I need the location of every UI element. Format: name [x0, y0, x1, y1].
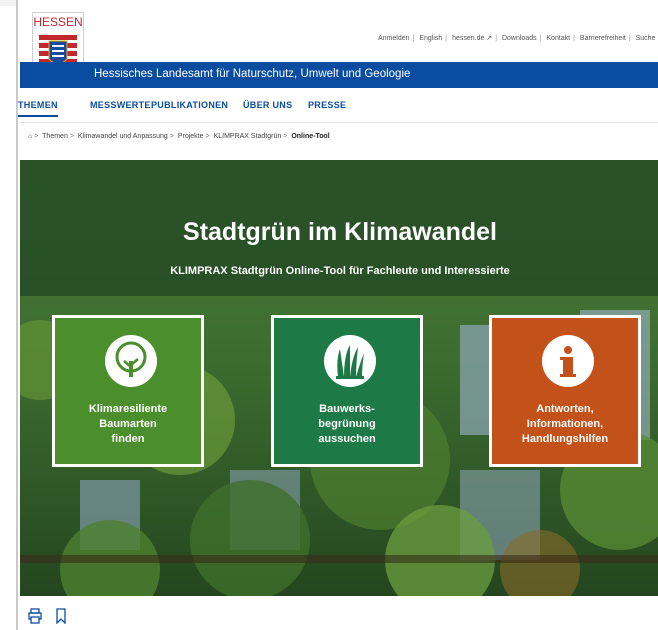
tile-bauwerksbegruenung-label: Bauwerks- begrünung aussuchen — [318, 403, 376, 445]
tile-antworten-label: Antworten, Informationen, Handlungshilfe… — [521, 403, 609, 445]
grass-icon — [324, 335, 376, 387]
breadcrumb-item-klimprax[interactable]: KLIMPRAX Stadtgrün — [214, 133, 282, 140]
breadcrumb-item-projekte[interactable]: Projekte — [178, 133, 204, 140]
nav-active-indicator — [18, 115, 58, 117]
agency-title[interactable]: Hessisches Landesamt für Naturschutz, Um… — [94, 68, 410, 80]
tile-bauwerksbegruenung[interactable]: Bauwerks- begrünung aussuchen — [271, 315, 423, 467]
breadcrumb-item-klimawandel[interactable]: Klimawandel und Anpassung — [78, 133, 168, 140]
downloads-link[interactable]: Downloads — [502, 35, 537, 42]
tree-icon — [105, 335, 157, 387]
nav-item-messwerte[interactable]: MESSWERTE — [90, 100, 151, 110]
main-navigation: THEMEN MESSWERTE PUBLIKATIONEN ÜBER UNS … — [18, 100, 658, 120]
home-icon[interactable]: ⌂ — [28, 133, 32, 140]
print-icon[interactable] — [28, 608, 42, 624]
login-link[interactable]: Anmelden — [378, 35, 410, 42]
search-link[interactable]: Suche — [636, 35, 656, 42]
page-frame: HESSEN Anmelden | English | hessen.de ↗ | D… — [16, 0, 658, 630]
top-utility-nav: Anmelden | English | hessen.de ↗ | Download… — [378, 35, 656, 42]
breadcrumb-bar: ⌂ > Themen > Klimawandel und Anpassung > Pr… — [20, 122, 658, 153]
hero-section: Stadtgrün im Klimawandel KLIMPRAX Stadtg… — [20, 160, 658, 596]
breadcrumb-current: Online-Tool — [291, 133, 330, 140]
bookmark-icon[interactable] — [54, 608, 68, 624]
hero-subtitle: KLIMPRAX Stadtgrün Online-Tool für Fachl… — [170, 265, 510, 277]
hero-title: Stadtgrün im Klimawandel — [183, 218, 497, 246]
nav-item-publikationen[interactable]: PUBLIKATIONEN — [151, 100, 228, 110]
breadcrumb-item-themen[interactable]: Themen — [42, 133, 68, 140]
nav-item-themen[interactable]: THEMEN — [18, 100, 58, 110]
english-link[interactable]: English — [419, 35, 442, 42]
info-icon — [542, 335, 594, 387]
tile-baumarten-label: Klimaresiliente Baumarten finden — [88, 403, 168, 445]
nav-item-ueber-uns[interactable]: ÜBER UNS — [243, 100, 292, 110]
breadcrumb: ⌂ > Themen > Klimawandel und Anpassung > Pr… — [28, 133, 330, 140]
accessibility-link[interactable]: Barrierefreiheit — [580, 35, 626, 42]
logo-text: HESSEN — [33, 15, 83, 29]
tile-baumarten[interactable]: Klimaresiliente Baumarten finden — [52, 315, 204, 467]
tile-antworten[interactable]: Antworten, Informationen, Handlungshilfe… — [489, 315, 641, 467]
hessen-de-link[interactable]: hessen.de ↗ — [452, 35, 492, 42]
agency-bar: Hessisches Landesamt für Naturschutz, Um… — [20, 62, 658, 88]
contact-link[interactable]: Kontakt — [546, 35, 570, 42]
nav-item-presse[interactable]: PRESSE — [308, 100, 346, 110]
